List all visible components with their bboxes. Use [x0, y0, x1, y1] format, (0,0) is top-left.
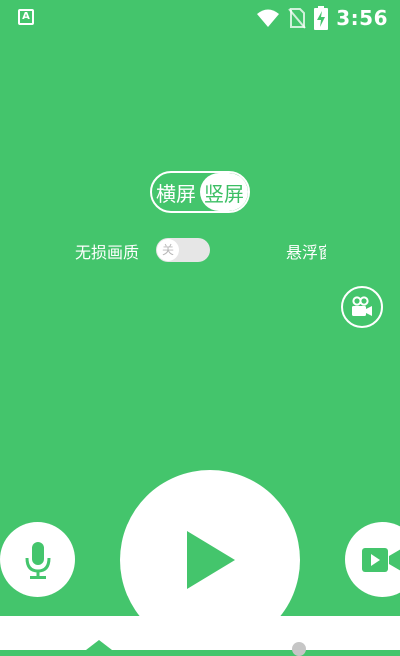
floating-window-label[interactable]: 悬浮窗	[286, 239, 326, 263]
microphone-icon	[25, 541, 50, 579]
no-sim-icon	[288, 8, 307, 29]
film-camera-icon	[352, 296, 372, 316]
camera-button[interactable]	[341, 286, 383, 328]
home-icon[interactable]	[86, 640, 112, 652]
video-camera-icon	[362, 547, 400, 572]
orientation-landscape-option[interactable]: 横屏	[152, 173, 200, 211]
bottom-navigation	[0, 616, 400, 656]
switch-knob: 关	[157, 239, 179, 261]
lossless-quality-switch[interactable]: 关	[156, 238, 210, 262]
clock-time: 3:56	[336, 6, 388, 30]
video-button[interactable]	[345, 522, 400, 597]
wifi-icon	[257, 9, 280, 27]
microphone-button[interactable]	[0, 522, 75, 597]
orientation-portrait-option[interactable]: 竖屏	[200, 173, 248, 211]
orientation-toggle: 横屏 竖屏	[150, 171, 250, 213]
status-bar: A 3:56	[0, 0, 400, 36]
battery-charging-icon	[314, 6, 329, 30]
play-icon	[187, 531, 235, 589]
profile-icon[interactable]	[292, 642, 306, 656]
app-notification-icon: A	[18, 9, 34, 25]
status-icons: 3:56	[256, 6, 388, 30]
lossless-quality-label: 无损画质	[75, 243, 140, 262]
